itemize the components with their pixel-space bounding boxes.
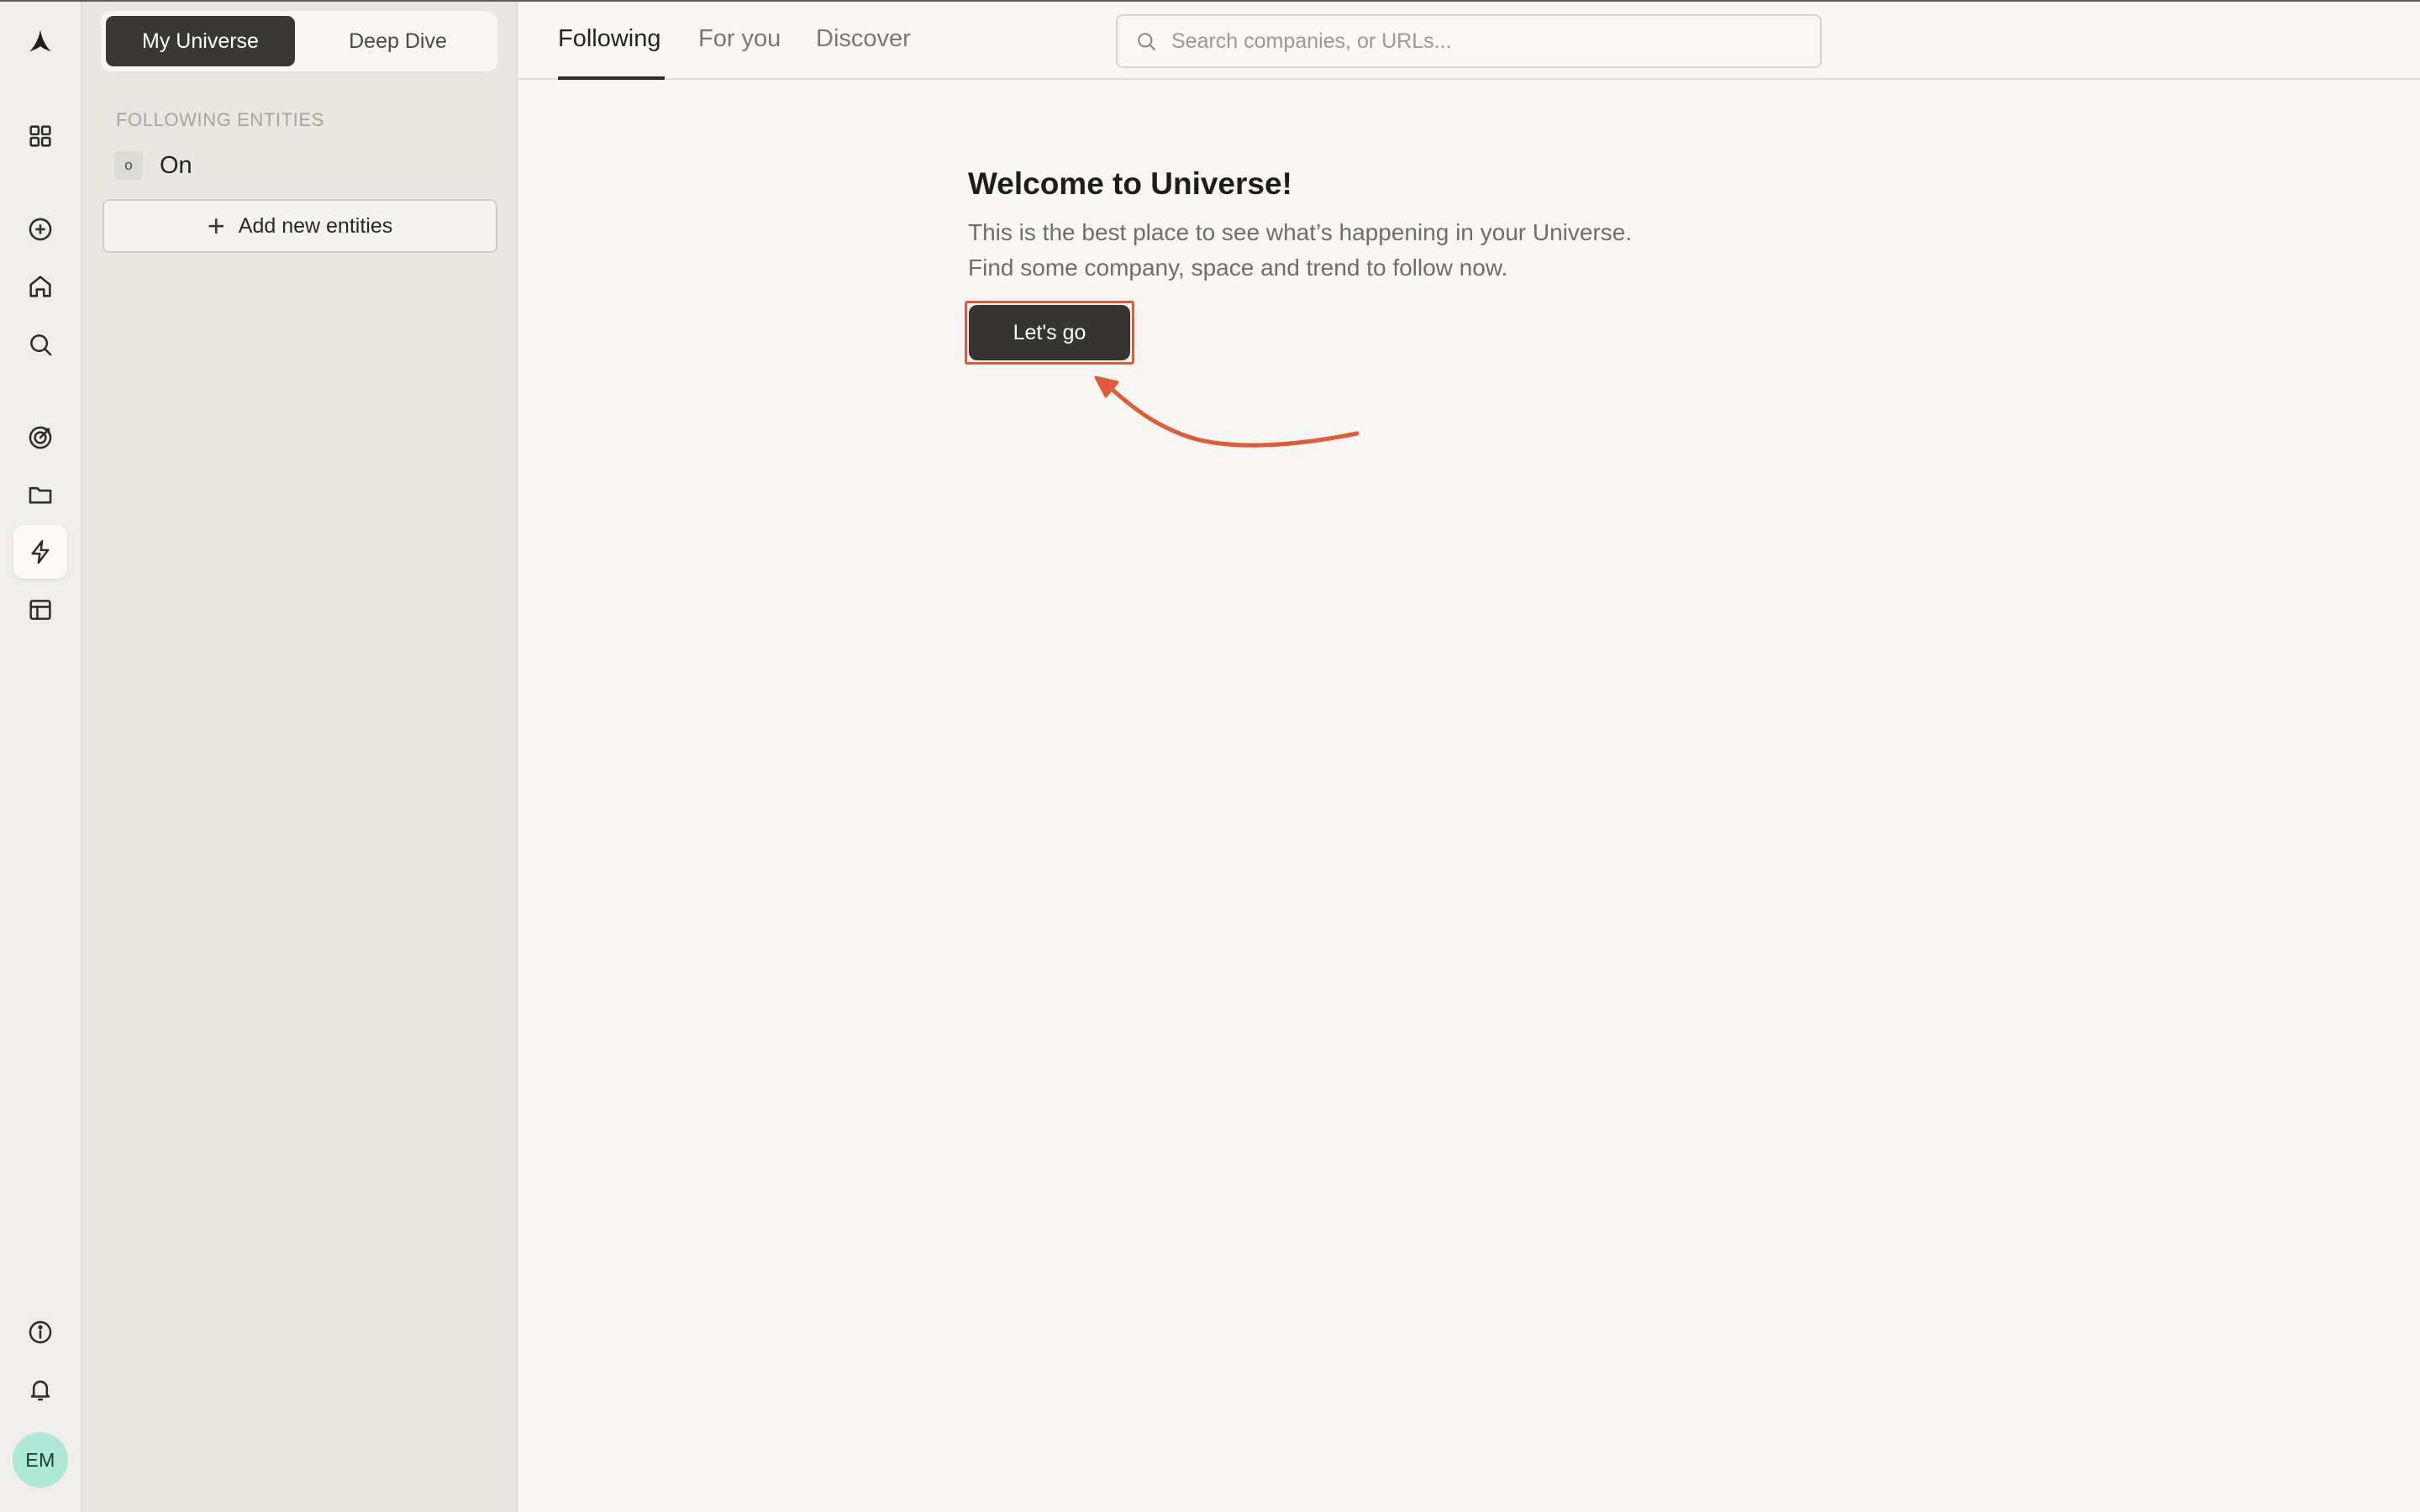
add-entities-label: Add new entities [238,213,393,238]
entity-badge: o [114,151,143,180]
info-icon[interactable] [13,1305,67,1359]
annotation-arrow [1094,375,1360,448]
home-icon[interactable] [13,260,67,313]
entity-label: On [160,151,192,179]
plus-circle-icon[interactable] [13,202,67,256]
layout-icon[interactable] [13,583,67,637]
section-label: FOLLOWING ENTITIES [116,109,324,130]
plus-icon: + [207,208,225,243]
target-icon[interactable] [13,411,67,465]
deep-dive-button[interactable]: Deep Dive [303,16,492,66]
grid-icon[interactable] [13,109,67,163]
search-icon[interactable] [13,318,67,371]
bell-icon[interactable] [13,1362,67,1416]
bolt-icon[interactable] [13,525,67,579]
entity-item[interactable]: o On [114,151,192,180]
main-content: Following For you Discover Welcome to Un… [518,2,2420,1512]
app-window: EM My Universe Deep Dive FOLLOWING ENTIT… [0,0,2420,1512]
brand-logo[interactable] [13,15,67,69]
my-universe-button[interactable]: My Universe [106,16,295,66]
icon-rail: EM [0,2,82,1512]
universe-toggle: My Universe Deep Dive [101,11,497,71]
folder-icon[interactable] [13,468,67,522]
avatar[interactable]: EM [13,1432,68,1488]
add-entities-button[interactable]: + Add new entities [103,199,497,253]
sidebar: My Universe Deep Dive FOLLOWING ENTITIES… [82,2,518,1512]
